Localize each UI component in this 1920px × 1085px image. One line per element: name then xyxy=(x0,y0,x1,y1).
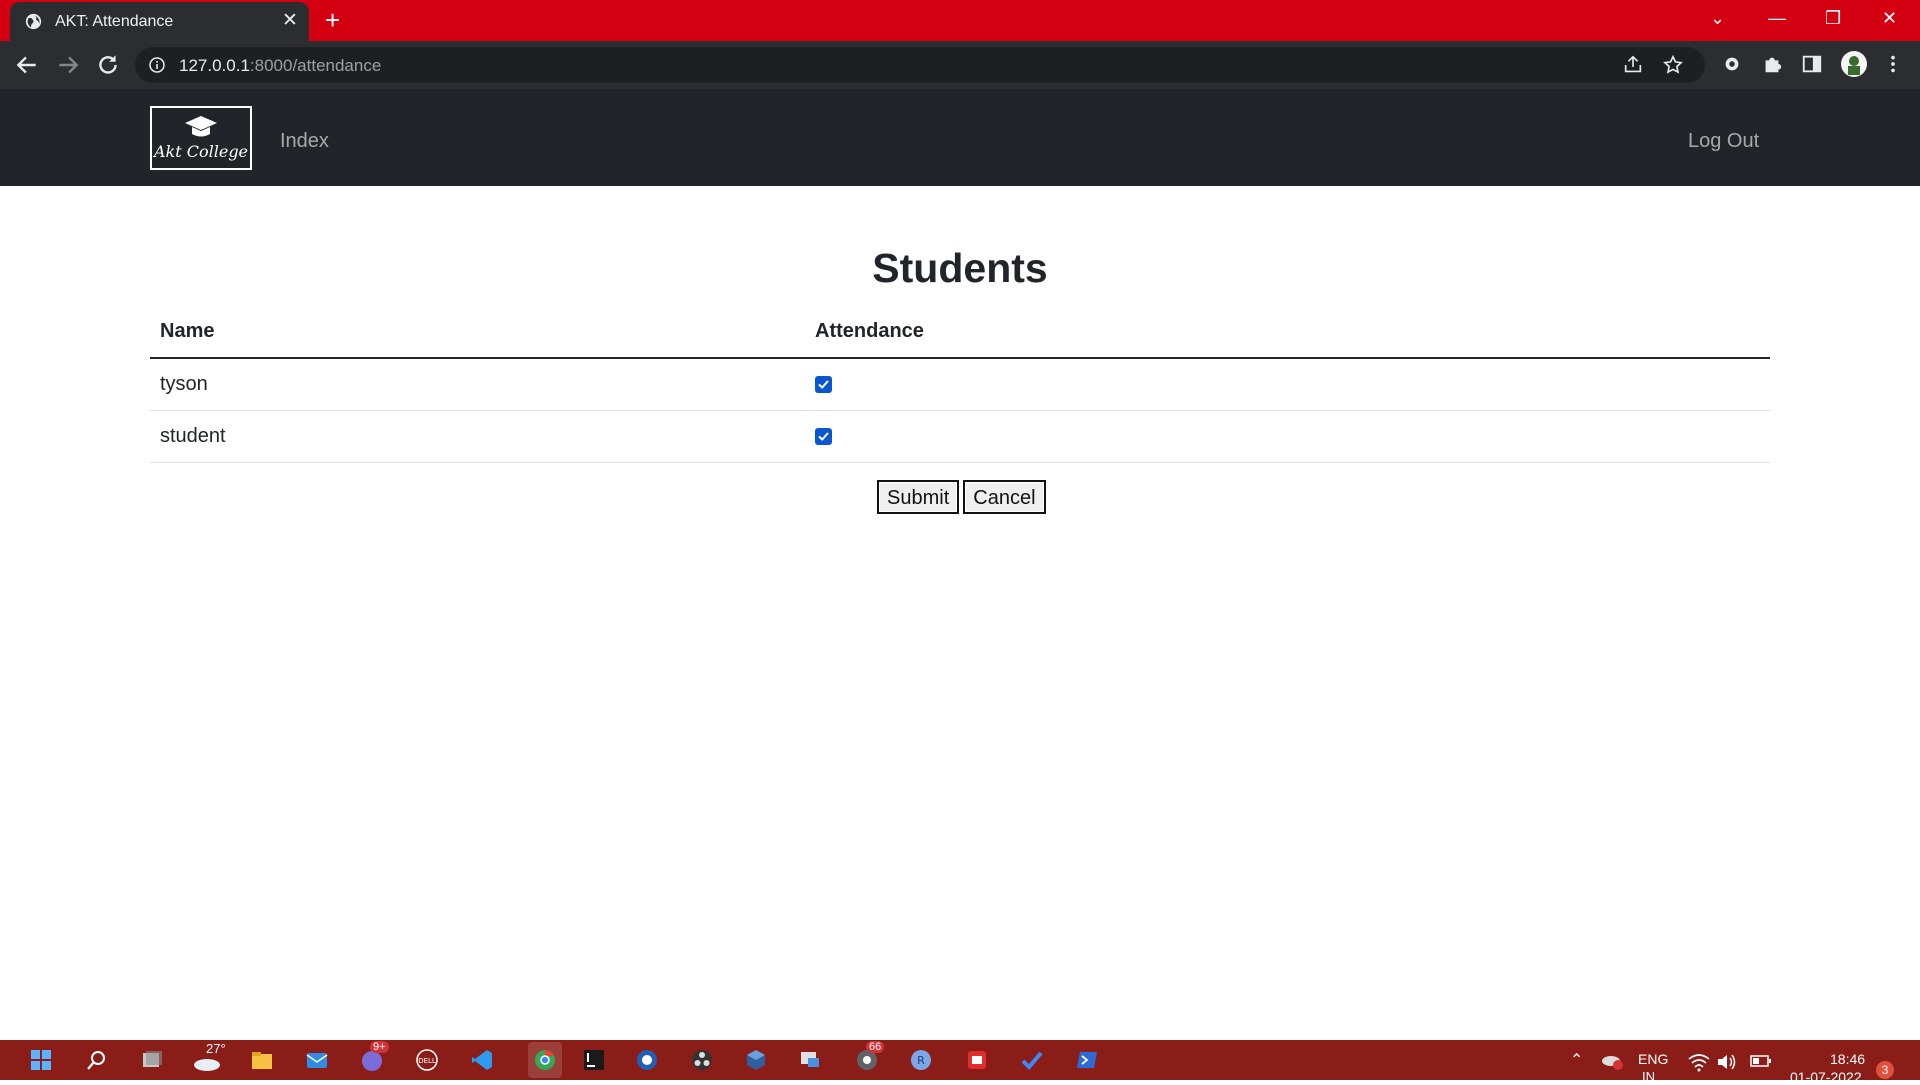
clock-time[interactable]: 18:46 xyxy=(1830,1051,1865,1067)
browser-tabstrip: AKT: Attendance ✕ + ⌄ — ❐ ✕ xyxy=(0,0,1920,41)
column-header-attendance: Attendance xyxy=(805,308,1770,359)
chevron-up-icon[interactable]: ⌃ xyxy=(1570,1050,1583,1070)
chat-badge: 9+ xyxy=(370,1041,389,1053)
svg-text:DELL: DELL xyxy=(418,1057,436,1065)
form-actions: Submit Cancel xyxy=(877,480,1050,514)
student-name: tyson xyxy=(150,358,805,411)
share-icon[interactable] xyxy=(1622,54,1644,76)
profile-avatar-icon[interactable] xyxy=(1840,50,1868,78)
app-icon[interactable] xyxy=(635,1048,659,1072)
side-panel-icon[interactable] xyxy=(1801,53,1823,75)
mail-badge: 66 xyxy=(866,1041,885,1053)
file-explorer-icon[interactable] xyxy=(250,1048,274,1072)
attendance-table: Name Attendance tyson student xyxy=(150,308,1770,463)
intellij-icon[interactable] xyxy=(582,1048,606,1072)
obs-icon[interactable] xyxy=(690,1048,714,1072)
graduation-cap-icon xyxy=(185,116,217,137)
browser-toolbar: 127.0.0.1:8000/attendance xyxy=(0,41,1920,89)
table-row: tyson xyxy=(150,358,1770,411)
new-tab-icon[interactable]: + xyxy=(325,6,340,34)
page-title: Students xyxy=(872,245,1048,291)
r-icon[interactable]: R xyxy=(909,1048,933,1072)
nav-link-index[interactable]: Index xyxy=(280,130,329,153)
remote-desktop-icon[interactable] xyxy=(798,1048,822,1072)
battery-icon[interactable] xyxy=(1750,1053,1772,1069)
start-icon[interactable] xyxy=(29,1048,53,1072)
volume-icon[interactable] xyxy=(1716,1052,1738,1072)
clock-date[interactable]: 01-07-2022 xyxy=(1790,1069,1862,1085)
vscode-icon[interactable] xyxy=(470,1048,494,1072)
back-icon[interactable] xyxy=(14,52,40,78)
cancel-button[interactable]: Cancel xyxy=(963,480,1046,514)
todo-icon[interactable] xyxy=(1020,1048,1044,1072)
extensions-puzzle-icon[interactable] xyxy=(1761,53,1783,75)
svg-text:R: R xyxy=(917,1054,925,1067)
url-text: 127.0.0.1:8000/attendance xyxy=(179,56,382,75)
logout-link[interactable]: Log Out xyxy=(1688,130,1759,153)
wifi-icon[interactable] xyxy=(1688,1052,1710,1072)
task-view-icon[interactable] xyxy=(140,1048,164,1072)
reload-icon[interactable] xyxy=(95,52,121,78)
tab-search-icon[interactable]: ⌄ xyxy=(1710,8,1725,28)
extension-gear-icon[interactable] xyxy=(1721,53,1743,75)
browser-tab[interactable]: AKT: Attendance ✕ xyxy=(10,2,309,41)
tab-title: AKT: Attendance xyxy=(55,13,174,30)
column-header-name: Name xyxy=(150,308,805,359)
college-logo[interactable]: Akt College xyxy=(150,106,252,170)
dell-icon[interactable]: DELL xyxy=(415,1048,439,1072)
close-tab-icon[interactable]: ✕ xyxy=(282,11,298,30)
chrome-icon[interactable] xyxy=(533,1048,557,1072)
student-name: student xyxy=(150,410,805,463)
close-window-icon[interactable]: ✕ xyxy=(1882,8,1897,28)
address-bar[interactable]: 127.0.0.1:8000/attendance xyxy=(135,47,1705,83)
search-icon[interactable] xyxy=(85,1048,109,1072)
mail-icon[interactable] xyxy=(305,1048,329,1072)
menu-dots-icon[interactable] xyxy=(1882,53,1904,75)
attendance-checkbox[interactable] xyxy=(815,376,832,394)
restore-icon[interactable]: ❐ xyxy=(1825,8,1841,28)
virtualbox-icon[interactable] xyxy=(744,1048,768,1072)
notes-icon[interactable] xyxy=(965,1048,989,1072)
submit-button[interactable]: Submit xyxy=(877,480,960,514)
notification-count-badge[interactable]: 3 xyxy=(1876,1061,1894,1079)
language-indicator[interactable]: ENG xyxy=(1638,1051,1668,1067)
globe-icon xyxy=(25,13,42,30)
table-header-row: Name Attendance xyxy=(150,308,1770,359)
windows-taskbar: 27° 9+ DELL 66 R ⌃ ENG IN 18:46 01-07-20… xyxy=(0,1040,1920,1085)
weather-temp: 27° xyxy=(206,1041,226,1056)
info-icon[interactable] xyxy=(149,57,165,73)
site-navbar: Akt College Index Log Out xyxy=(0,89,1920,186)
bookmark-star-icon[interactable] xyxy=(1662,54,1684,76)
language-region: IN xyxy=(1642,1069,1655,1084)
onedrive-error-icon[interactable] xyxy=(1600,1048,1624,1072)
powershell-icon[interactable] xyxy=(1075,1048,1099,1072)
minimize-icon[interactable]: — xyxy=(1768,8,1786,28)
attendance-checkbox[interactable] xyxy=(815,428,832,446)
forward-icon[interactable] xyxy=(55,52,81,78)
table-row: student xyxy=(150,410,1770,463)
logo-text: Akt College xyxy=(153,142,249,161)
